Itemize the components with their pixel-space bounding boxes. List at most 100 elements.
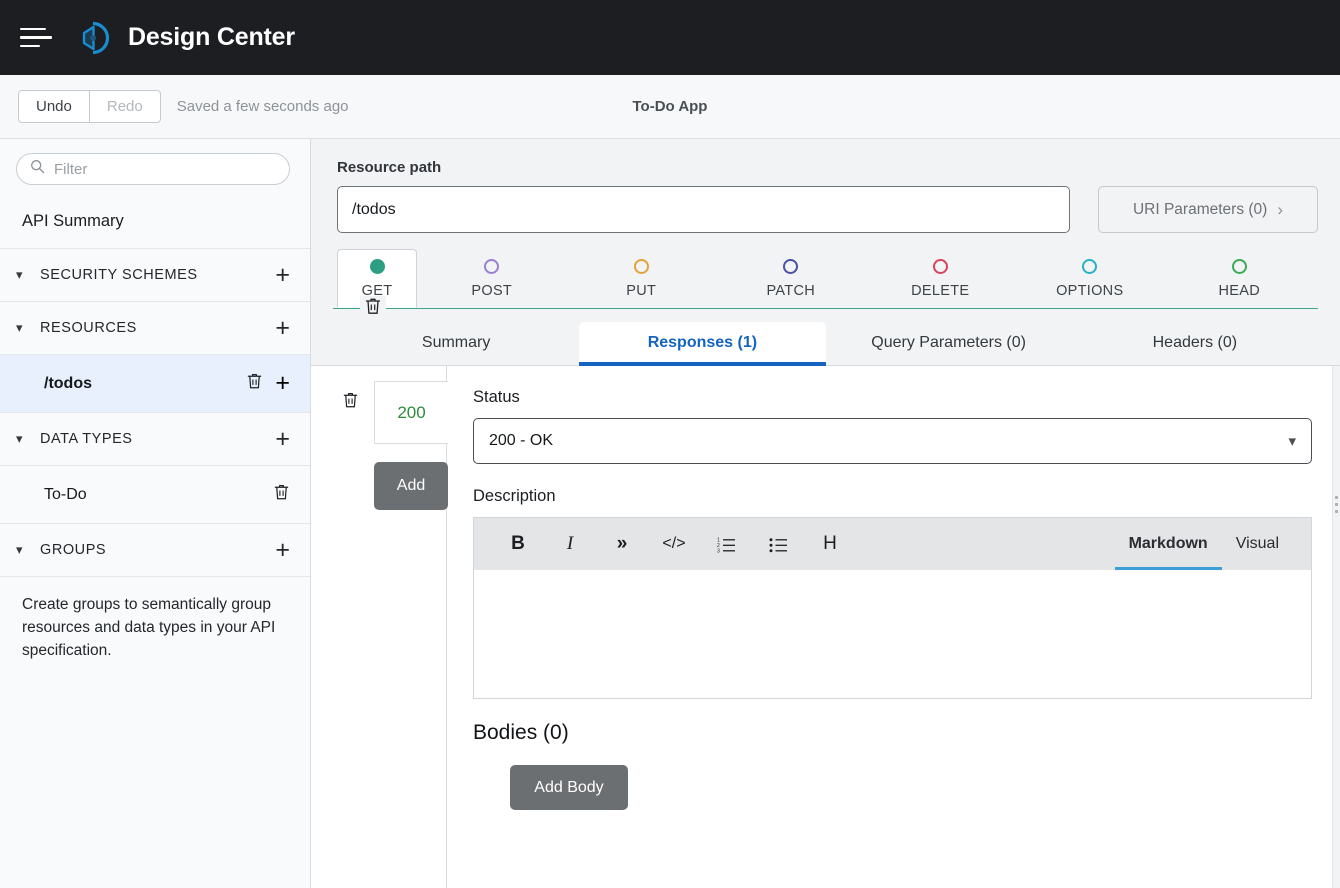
method-dot-options bbox=[1082, 259, 1098, 274]
description-textarea[interactable] bbox=[474, 570, 1311, 698]
top-bar: Design Center bbox=[0, 0, 1340, 75]
svg-text:3: 3 bbox=[717, 548, 720, 553]
code-icon[interactable]: </> bbox=[648, 535, 700, 553]
chevron-down-icon: ▾ bbox=[16, 267, 23, 282]
chevron-down-icon: ▾ bbox=[16, 431, 23, 446]
section-label: GROUPS bbox=[40, 542, 107, 558]
section-label: RESOURCES bbox=[40, 320, 137, 336]
method-label: OPTIONS bbox=[1056, 283, 1124, 299]
delete-method-trash-icon[interactable] bbox=[360, 296, 386, 321]
sidebar: API Summary ▾ SECURITY SCHEMES + ▾ RESOU… bbox=[0, 139, 311, 888]
numbered-list-icon[interactable]: 1 2 3 bbox=[700, 536, 752, 553]
sidebar-item-todos[interactable]: /todos + bbox=[0, 355, 310, 413]
data-type-actions bbox=[273, 483, 290, 506]
method-label: PATCH bbox=[766, 283, 815, 299]
sidebar-item-api-summary[interactable]: API Summary bbox=[0, 197, 310, 249]
resource-label: /todos bbox=[44, 374, 92, 392]
response-list-rail: 200 Add bbox=[311, 366, 448, 888]
section-label: DATA TYPES bbox=[40, 431, 133, 447]
data-type-label: To-Do bbox=[44, 485, 87, 503]
sub-toolbar: Undo Redo Saved a few seconds ago To-Do … bbox=[0, 75, 1340, 139]
hamburger-icon[interactable] bbox=[18, 25, 52, 51]
search-input[interactable] bbox=[54, 160, 276, 178]
tab-query-parameters[interactable]: Query Parameters (0) bbox=[826, 322, 1072, 365]
uri-parameters-button[interactable]: URI Parameters (0) › bbox=[1098, 186, 1318, 233]
sidebar-section-groups[interactable]: ▾ GROUPS + bbox=[0, 524, 310, 577]
method-options[interactable]: OPTIONS bbox=[1015, 249, 1165, 308]
main-content: Resource path URI Parameters (0) › GET P… bbox=[311, 139, 1340, 888]
resize-grip-icon bbox=[1335, 496, 1338, 513]
mode-markdown[interactable]: Markdown bbox=[1114, 518, 1222, 570]
section-label: SECURITY SCHEMES bbox=[40, 267, 198, 283]
resource-path-input[interactable] bbox=[337, 186, 1070, 233]
method-head[interactable]: HEAD bbox=[1165, 249, 1315, 308]
bold-icon[interactable]: B bbox=[492, 533, 544, 555]
filter-box[interactable] bbox=[16, 153, 290, 185]
method-delete[interactable]: DELETE bbox=[866, 249, 1016, 308]
tab-headers[interactable]: Headers (0) bbox=[1072, 322, 1318, 365]
method-label: HEAD bbox=[1218, 283, 1260, 299]
editor-toolbar: B I » </> 1 2 3 H Markdown Visual bbox=[474, 518, 1311, 570]
method-dot-delete bbox=[932, 259, 948, 274]
mode-visual[interactable]: Visual bbox=[1222, 518, 1293, 570]
description-editor: B I » </> 1 2 3 H Markdown Visual bbox=[473, 517, 1312, 699]
add-data-type-button[interactable]: + bbox=[275, 426, 290, 452]
status-select[interactable]: 200 - OK ▾ bbox=[473, 418, 1312, 464]
add-response-button[interactable]: Add bbox=[374, 462, 448, 510]
method-dot-patch bbox=[783, 259, 799, 274]
bullet-list-icon[interactable] bbox=[752, 536, 804, 553]
method-label: DELETE bbox=[911, 283, 970, 299]
sidebar-item-to-do-type[interactable]: To-Do bbox=[0, 466, 310, 524]
chevron-down-icon: ▾ bbox=[1288, 433, 1296, 450]
add-group-button[interactable]: + bbox=[275, 537, 290, 563]
undo-redo-group: Undo Redo bbox=[18, 90, 161, 123]
chevron-down-icon: ▾ bbox=[16, 542, 23, 557]
method-post[interactable]: POST bbox=[417, 249, 567, 308]
method-patch[interactable]: PATCH bbox=[716, 249, 866, 308]
groups-description: Create groups to semantically group reso… bbox=[22, 596, 276, 659]
method-put[interactable]: PUT bbox=[567, 249, 717, 308]
status-label: Status bbox=[473, 388, 520, 406]
tab-responses[interactable]: Responses (1) bbox=[579, 322, 826, 366]
delete-response-trash-icon[interactable] bbox=[342, 391, 359, 414]
chevron-right-icon: › bbox=[1277, 199, 1284, 219]
status-select-value: 200 - OK bbox=[489, 432, 554, 449]
detail-tabs: Summary Responses (1) Query Parameters (… bbox=[311, 309, 1340, 366]
undo-button[interactable]: Undo bbox=[19, 91, 90, 122]
method-dot-put bbox=[633, 259, 649, 274]
trash-icon[interactable] bbox=[246, 372, 263, 395]
resource-path-row: URI Parameters (0) › bbox=[337, 186, 1318, 233]
panel-resizer[interactable] bbox=[1332, 366, 1340, 888]
tab-summary[interactable]: Summary bbox=[333, 322, 579, 365]
sidebar-section-security-schemes[interactable]: ▾ SECURITY SCHEMES + bbox=[0, 249, 310, 302]
resource-path-label: Resource path bbox=[337, 159, 442, 176]
redo-button[interactable]: Redo bbox=[90, 91, 160, 122]
add-method-button[interactable]: + bbox=[275, 371, 290, 396]
trash-icon[interactable] bbox=[273, 483, 290, 506]
italic-icon[interactable]: I bbox=[544, 533, 596, 555]
body-wrapper: API Summary ▾ SECURITY SCHEMES + ▾ RESOU… bbox=[0, 139, 1340, 888]
quote-icon[interactable]: » bbox=[596, 533, 648, 555]
chevron-down-icon: ▾ bbox=[16, 320, 23, 335]
description-label: Description bbox=[473, 487, 556, 505]
saved-status-text: Saved a few seconds ago bbox=[176, 98, 349, 115]
sidebar-section-resources[interactable]: ▾ RESOURCES + bbox=[0, 302, 310, 355]
add-resource-button[interactable]: + bbox=[275, 315, 290, 341]
bodies-title: Bodies (0) bbox=[473, 721, 569, 744]
add-body-button[interactable]: Add Body bbox=[510, 765, 628, 810]
resource-path-block: Resource path URI Parameters (0) › bbox=[311, 139, 1340, 233]
add-security-scheme-button[interactable]: + bbox=[275, 262, 290, 288]
method-dot-head bbox=[1231, 259, 1247, 274]
editor-mode-tabs: Markdown Visual bbox=[1114, 518, 1293, 570]
mulesoft-logo-icon bbox=[74, 19, 112, 57]
response-detail: Status 200 - OK ▾ Description B I » </> bbox=[447, 366, 1340, 888]
response-status-tab-200[interactable]: 200 bbox=[374, 381, 448, 444]
responses-panel: 200 Add Status 200 - OK ▾ Description B … bbox=[311, 366, 1340, 888]
resource-actions: + bbox=[246, 371, 290, 396]
method-selector: GET POST PUT PATCH DELETE OPTIONS HEAD bbox=[311, 233, 1340, 308]
app-title: Design Center bbox=[128, 23, 295, 51]
method-divider bbox=[333, 296, 1318, 321]
method-label: PUT bbox=[626, 283, 657, 299]
sidebar-section-data-types[interactable]: ▾ DATA TYPES + bbox=[0, 413, 310, 466]
heading-icon[interactable]: H bbox=[804, 533, 856, 555]
